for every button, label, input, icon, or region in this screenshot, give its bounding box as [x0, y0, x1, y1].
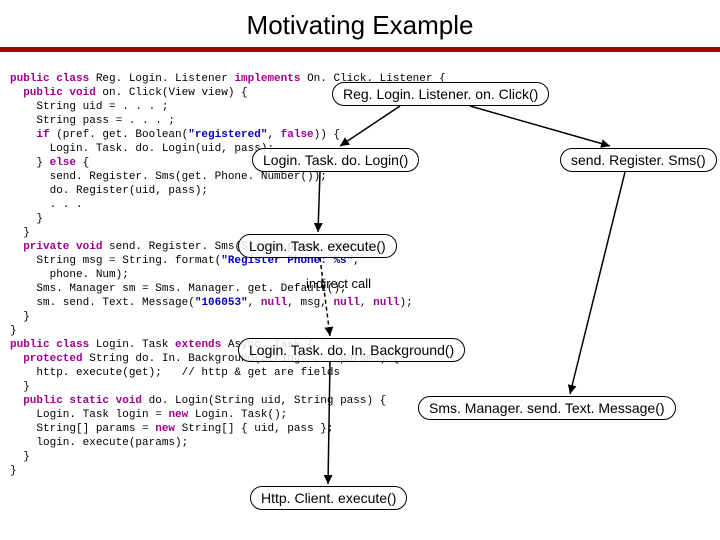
box-send-register-sms: send. Register. Sms(): [560, 148, 717, 172]
box-do-in-background: Login. Task. do. In. Background(): [238, 338, 465, 362]
box-http-client-execute: Http. Client. execute(): [250, 486, 407, 510]
annotation-indirect-call: indirect call: [306, 276, 371, 291]
box-sms-manager: Sms. Manager. send. Text. Message(): [418, 396, 676, 420]
box-do-login: Login. Task. do. Login(): [252, 148, 419, 172]
page-title: Motivating Example: [0, 0, 720, 47]
box-login-task-execute: Login. Task. execute(): [238, 234, 397, 258]
box-reg-login-listener: Reg. Login. Listener. on. Click(): [332, 82, 549, 106]
title-underline: [0, 47, 720, 52]
